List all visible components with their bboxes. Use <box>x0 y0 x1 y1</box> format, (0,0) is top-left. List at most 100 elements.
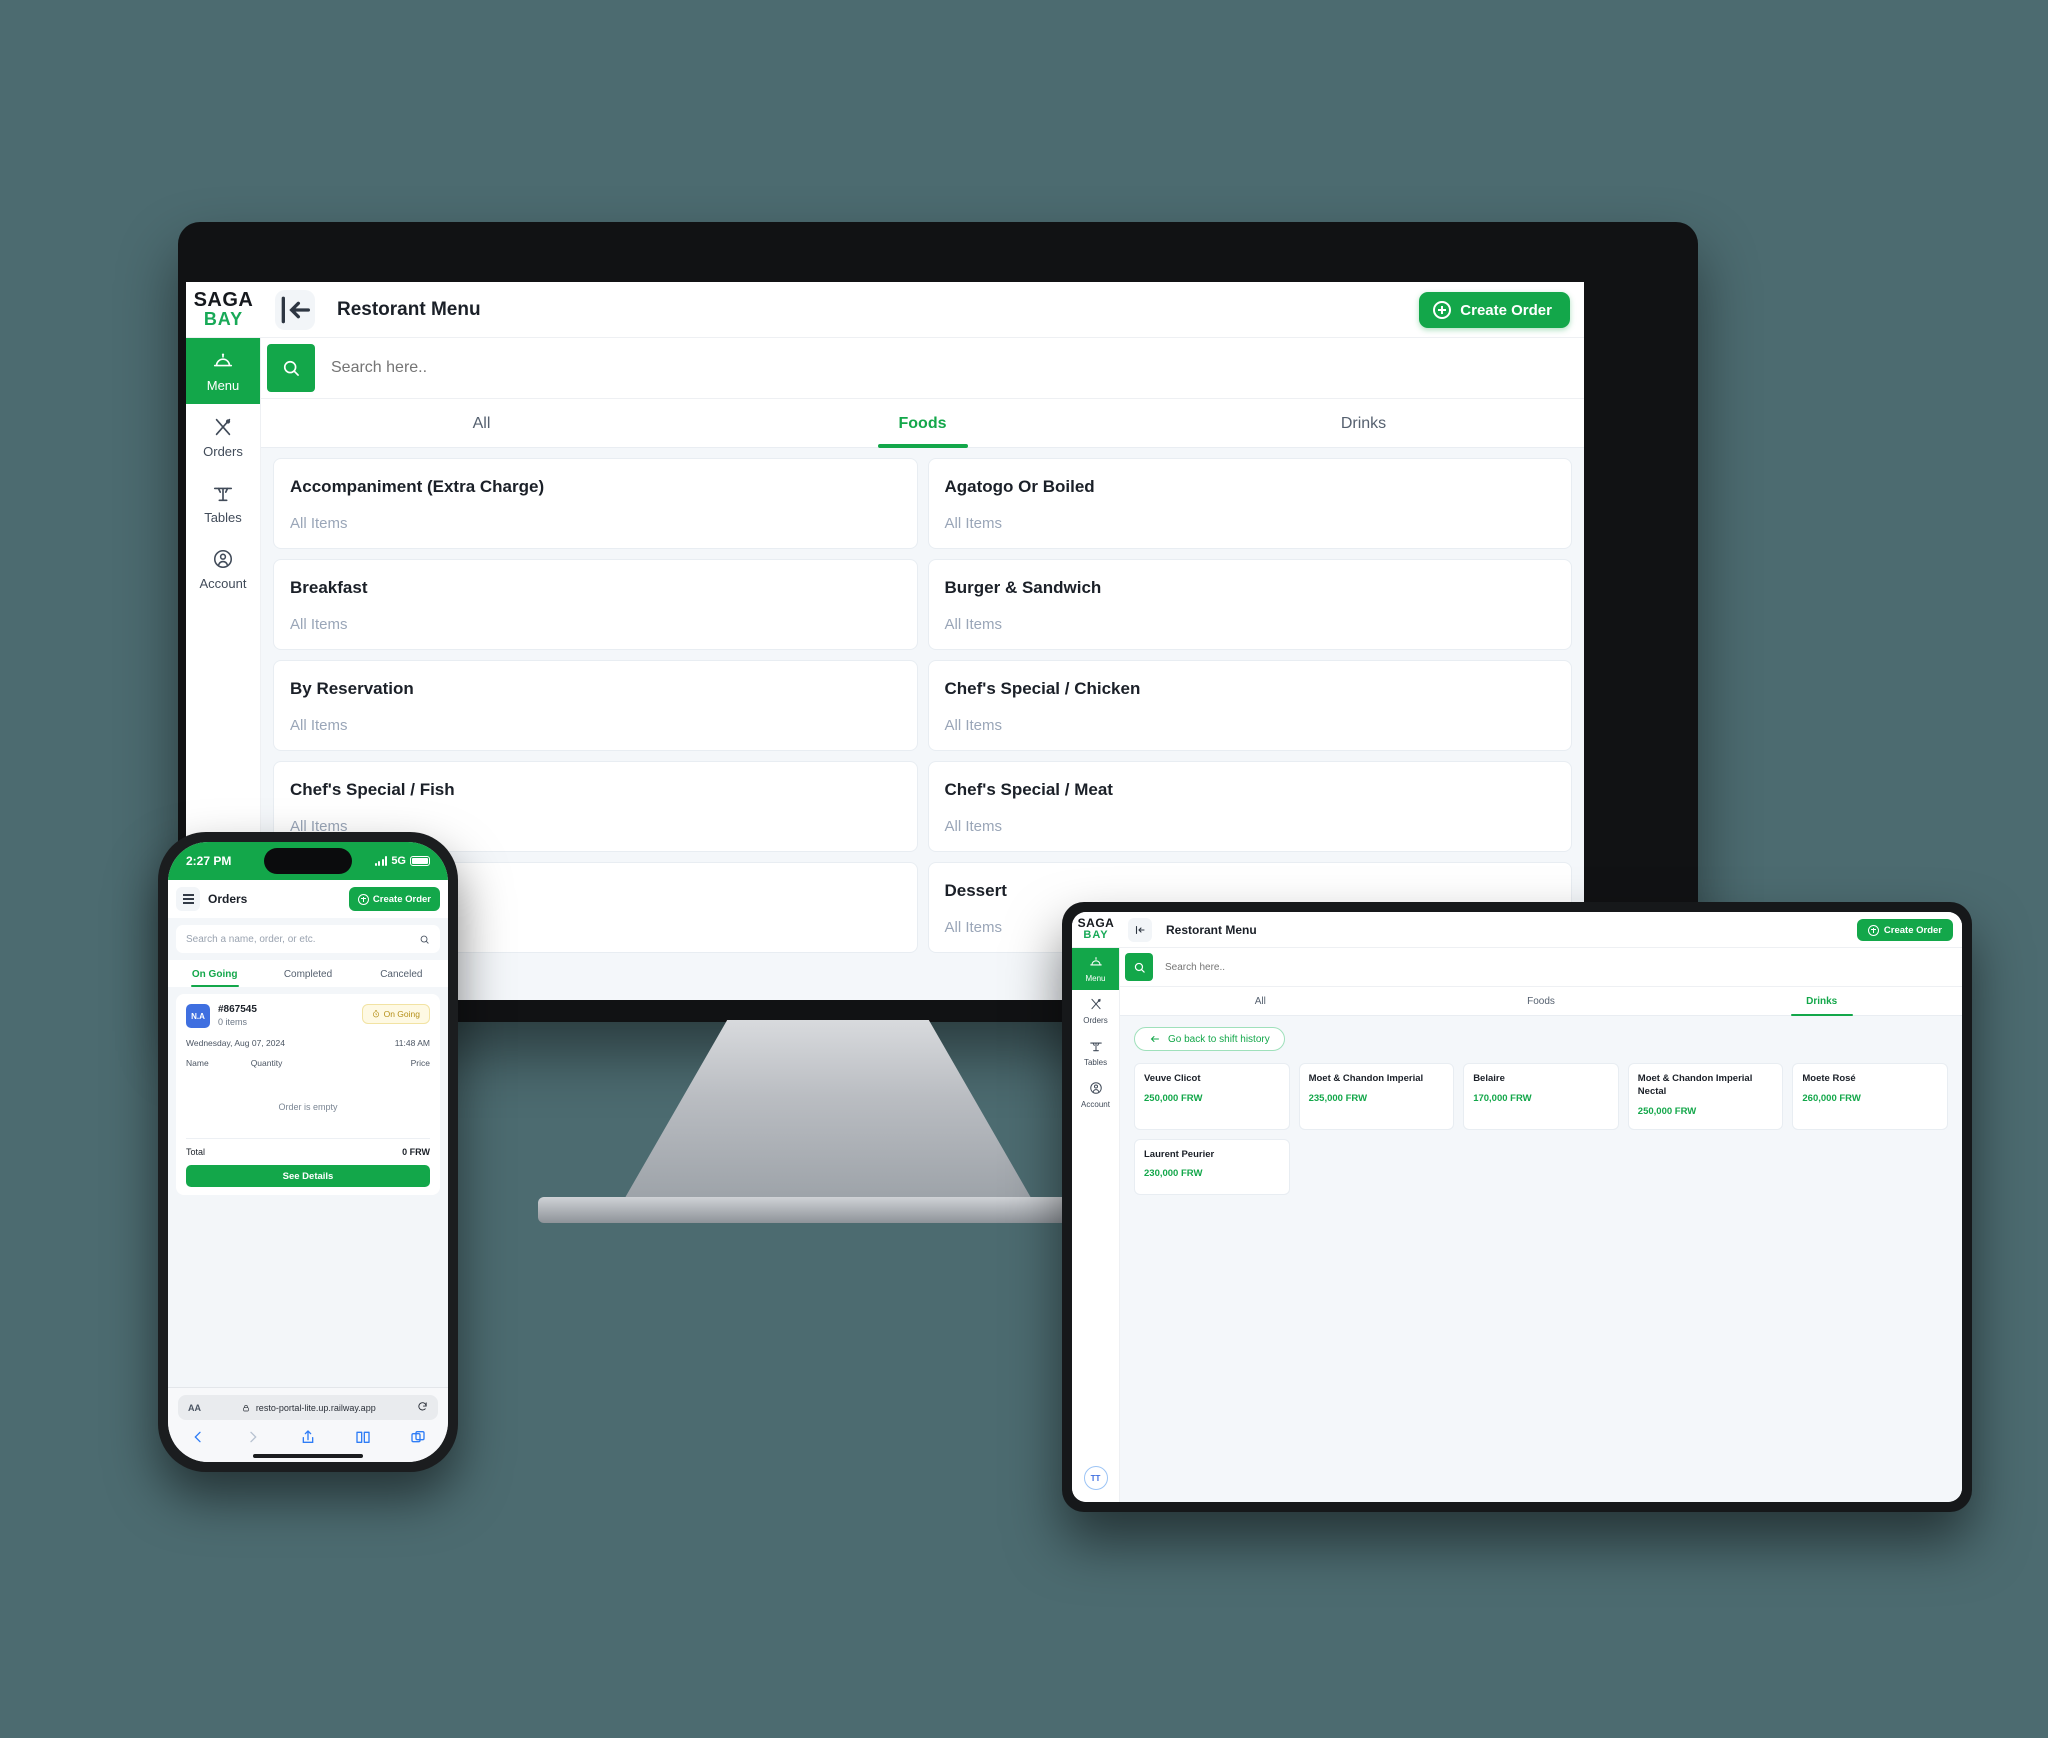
tablet-tab-drinks[interactable]: Drinks <box>1681 987 1962 1015</box>
tablet-device: SAGA BAY Restorant Menu Create Order Men… <box>1062 902 1972 1512</box>
desktop-foot <box>538 1197 1138 1223</box>
tablet-search-input[interactable] <box>1153 961 1962 973</box>
sidebar-item-orders[interactable]: Orders <box>186 404 260 470</box>
sidebar-item-tables[interactable]: Tables <box>186 470 260 536</box>
drink-price: 235,000 FRW <box>1308 1092 1368 1104</box>
phone-bezel: 2:27 PM 5G Orders Create Order Search a … <box>158 832 458 1472</box>
order-card[interactable]: N.A #867545 0 items On Going Wednesday, … <box>176 994 440 1195</box>
phone-create-order-button[interactable]: Create Order <box>348 887 440 911</box>
tablet-sidebar-item-tables[interactable]: Tables <box>1072 1032 1119 1074</box>
category-title: Dessert <box>944 881 1007 900</box>
plus-circle-icon <box>1433 301 1452 319</box>
category-title: Accompaniment (Extra Charge) <box>290 477 545 496</box>
order-time: 11:48 AM <box>394 1038 430 1048</box>
tablet-page-title: Restorant Menu <box>1166 922 1257 937</box>
lock-icon <box>243 1404 249 1411</box>
create-order-label: Create Order <box>1460 301 1552 319</box>
hamburger-icon[interactable] <box>176 887 200 911</box>
status-time: 2:27 PM <box>186 854 232 868</box>
drink-name: Laurent Peurier <box>1144 1148 1215 1160</box>
sidebar-item-account[interactable]: Account <box>186 536 260 602</box>
collapse-left-icon <box>1135 925 1145 934</box>
collapse-sidebar-button[interactable] <box>1128 917 1152 942</box>
tablet-sidebar-item-menu-label: Menu <box>1085 974 1106 983</box>
sidebar-item-account-label: Account <box>199 575 247 591</box>
tablet-sidebar-item-account-label: Account <box>1081 1100 1110 1109</box>
go-back-shift-history-button[interactable]: Go back to shift history <box>1134 1027 1285 1051</box>
tablet-screen: SAGA BAY Restorant Menu Create Order Men… <box>1072 912 1962 1502</box>
drink-card[interactable]: Moet & Chandon Imperial Nectal 250,000 F… <box>1627 1063 1784 1130</box>
desktop-content: All Foods Drinks Accompaniment (Extra Ch… <box>261 338 1584 1000</box>
order-empty-message: Order is empty <box>278 1102 338 1112</box>
tablet-sidebar: Menu Orders Tables Account TT <box>1072 948 1120 1502</box>
drink-name: Moet & Chandon Imperial Nectal <box>1637 1073 1753 1097</box>
chevron-right-icon[interactable] <box>245 1429 261 1450</box>
category-card[interactable]: By Reservation All Items <box>273 660 918 751</box>
phone-device: 2:27 PM 5G Orders Create Order Search a … <box>158 832 458 1472</box>
column-name: Name <box>186 1058 209 1068</box>
user-circle-icon <box>1089 1081 1103 1097</box>
category-title: By Reservation <box>290 679 414 698</box>
tablet-category-tabs: All Foods Drinks <box>1120 987 1962 1016</box>
drink-card[interactable]: Laurent Peurier 230,000 FRW <box>1134 1138 1290 1195</box>
tablet-sidebar-item-account[interactable]: Account <box>1072 1074 1119 1116</box>
category-tabs: All Foods Drinks <box>261 399 1584 448</box>
tablet-search-button[interactable] <box>1125 953 1153 981</box>
status-badge: On Going <box>361 1004 430 1024</box>
drink-price: 250,000 FRW <box>1144 1092 1203 1104</box>
tablet-sidebar-item-menu[interactable]: Menu <box>1072 948 1119 990</box>
browser-url-bar[interactable]: AA resto-portal-lite.up.railway.app <box>178 1395 438 1420</box>
category-subtitle: All Items <box>290 616 348 633</box>
phone-tab-ongoing[interactable]: On Going <box>168 960 261 987</box>
drink-card[interactable]: Moet & Chandon Imperial 235,000 FRW <box>1298 1063 1455 1130</box>
order-total-row: Total 0 FRW <box>186 1138 430 1157</box>
phone-tab-canceled[interactable]: Canceled <box>355 960 448 987</box>
category-card[interactable]: Agatogo Or Boiled All Items <box>927 458 1572 549</box>
see-details-button[interactable]: See Details <box>186 1165 430 1187</box>
browser-url-text: resto-portal-lite.up.railway.app <box>208 1403 410 1413</box>
phone-tab-completed[interactable]: Completed <box>261 960 354 987</box>
tab-drinks[interactable]: Drinks <box>1143 399 1584 447</box>
phone-search-field[interactable]: Search a name, order, or etc. <box>176 925 440 953</box>
create-order-button[interactable]: Create Order <box>1419 292 1570 328</box>
category-card[interactable]: Breakfast All Items <box>273 559 918 650</box>
tablet-create-order-button[interactable]: Create Order <box>1856 919 1953 941</box>
share-icon[interactable] <box>300 1429 316 1450</box>
collapse-sidebar-button[interactable] <box>275 289 315 330</box>
avatar: N.A <box>186 1004 210 1028</box>
book-icon[interactable] <box>355 1429 371 1450</box>
phone-search-placeholder: Search a name, order, or etc. <box>186 933 316 945</box>
url-string: resto-portal-lite.up.railway.app <box>255 1402 376 1413</box>
chevron-left-icon[interactable] <box>190 1429 206 1450</box>
reload-icon[interactable] <box>417 1401 428 1414</box>
category-card[interactable]: Accompaniment (Extra Charge) All Items <box>273 458 918 549</box>
tablet-bezel: SAGA BAY Restorant Menu Create Order Men… <box>1062 902 1972 1512</box>
search-icon <box>419 934 430 945</box>
search-icon <box>283 360 299 376</box>
sidebar-item-menu[interactable]: Menu <box>186 338 260 404</box>
drink-card[interactable]: Moete Rosé 260,000 FRW <box>1792 1063 1948 1130</box>
drink-name: Belaire <box>1473 1073 1505 1084</box>
drink-card[interactable]: Veuve Clicot 250,000 FRW <box>1134 1063 1290 1130</box>
sidebar-item-orders-label: Orders <box>203 443 243 459</box>
category-subtitle: All Items <box>290 717 348 734</box>
logo-bay-text: BAY <box>1083 928 1109 941</box>
search-input[interactable] <box>315 359 1584 377</box>
tablet-body: Menu Orders Tables Account TT Search her… <box>1072 948 1962 1502</box>
tab-all[interactable]: All <box>261 399 702 447</box>
tab-foods[interactable]: Foods <box>702 399 1143 447</box>
dynamic-island <box>264 848 352 874</box>
category-card[interactable]: Chef's Special / Chicken All Items <box>927 660 1572 751</box>
category-card[interactable]: Chef's Special / Meat All Items <box>927 761 1572 852</box>
tablet-tab-foods[interactable]: Foods <box>1401 987 1682 1015</box>
category-subtitle: All Items <box>944 717 1003 734</box>
drink-card[interactable]: Belaire 170,000 FRW <box>1463 1063 1619 1130</box>
category-card[interactable]: Burger & Sandwich All Items <box>927 559 1572 650</box>
tablet-tab-all[interactable]: All <box>1120 987 1401 1015</box>
category-title: Breakfast <box>290 578 368 597</box>
text-size-icon[interactable]: AA <box>188 1403 201 1413</box>
tabs-icon[interactable] <box>410 1429 426 1450</box>
user-avatar[interactable]: TT <box>1083 1466 1108 1490</box>
tablet-sidebar-item-orders[interactable]: Orders <box>1072 990 1119 1032</box>
search-button[interactable] <box>267 344 315 392</box>
